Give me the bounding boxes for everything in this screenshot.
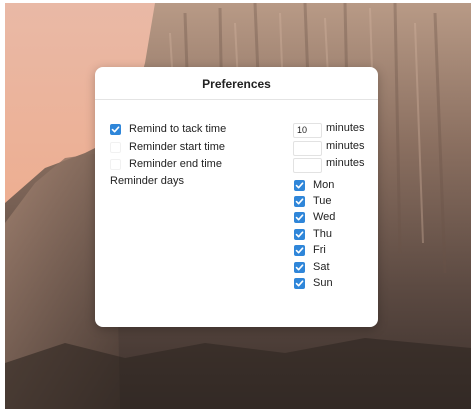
preferences-dialog: Preferences Remind to tack time Reminder… <box>95 67 378 327</box>
day-option-wed[interactable]: Wed <box>294 209 335 225</box>
checkmark-icon <box>111 125 120 132</box>
day-checkbox-mon[interactable] <box>294 179 305 191</box>
checkmark-icon <box>295 181 304 188</box>
remind-interval-unit: minutes <box>326 122 365 134</box>
day-checkbox-wed[interactable] <box>294 211 305 223</box>
checkmark-icon <box>295 213 304 220</box>
day-checkbox-tue[interactable] <box>294 195 305 207</box>
day-option-mon[interactable]: Mon <box>294 177 334 193</box>
reminder-end-time-checkbox[interactable] <box>110 158 121 170</box>
day-checkbox-fri[interactable] <box>294 244 305 256</box>
reminder-start-time-label: Reminder start time <box>129 141 225 153</box>
remind-to-track-time-checkbox[interactable] <box>110 123 121 135</box>
day-label-sun: Sun <box>313 277 333 289</box>
end-time-input[interactable] <box>293 158 322 173</box>
dialog-title: Preferences <box>202 77 271 91</box>
start-time-unit: minutes <box>326 140 365 152</box>
day-option-sun[interactable]: Sun <box>294 275 333 291</box>
reminder-end-time-label: Reminder end time <box>129 158 222 170</box>
day-checkbox-sat[interactable] <box>294 261 305 273</box>
remind-to-track-time-label: Remind to tack time <box>129 123 227 135</box>
day-label-sat: Sat <box>313 261 330 273</box>
reminder-start-time-checkbox[interactable] <box>110 141 121 153</box>
remind-interval-input[interactable] <box>293 123 322 138</box>
reminder-start-time-option[interactable]: Reminder start time <box>110 139 225 155</box>
start-time-input[interactable] <box>293 141 322 156</box>
reminder-end-time-option[interactable]: Reminder end time <box>110 156 222 172</box>
remind-to-track-time-option[interactable]: Remind to tack time <box>110 121 226 137</box>
day-label-wed: Wed <box>313 211 336 223</box>
checkmark-icon <box>295 263 304 270</box>
day-option-thu[interactable]: Thu <box>294 226 332 242</box>
dialog-header: Preferences <box>95 67 378 100</box>
day-label-tue: Tue <box>313 195 332 207</box>
end-time-unit: minutes <box>326 157 365 169</box>
day-checkbox-sun[interactable] <box>294 277 305 289</box>
reminder-days-label: Reminder days <box>110 175 184 187</box>
day-label-thu: Thu <box>313 228 332 240</box>
day-checkbox-thu[interactable] <box>294 228 305 240</box>
day-label-mon: Mon <box>313 179 335 191</box>
checkmark-icon <box>295 197 304 204</box>
checkmark-icon <box>295 246 304 253</box>
checkmark-icon <box>295 230 304 237</box>
day-option-sat[interactable]: Sat <box>294 259 330 275</box>
day-option-fri[interactable]: Fri <box>294 242 326 258</box>
desktop: Preferences Remind to tack time Reminder… <box>0 0 474 412</box>
checkmark-icon <box>295 279 304 286</box>
day-label-fri: Fri <box>313 244 326 256</box>
day-option-tue[interactable]: Tue <box>294 193 332 209</box>
